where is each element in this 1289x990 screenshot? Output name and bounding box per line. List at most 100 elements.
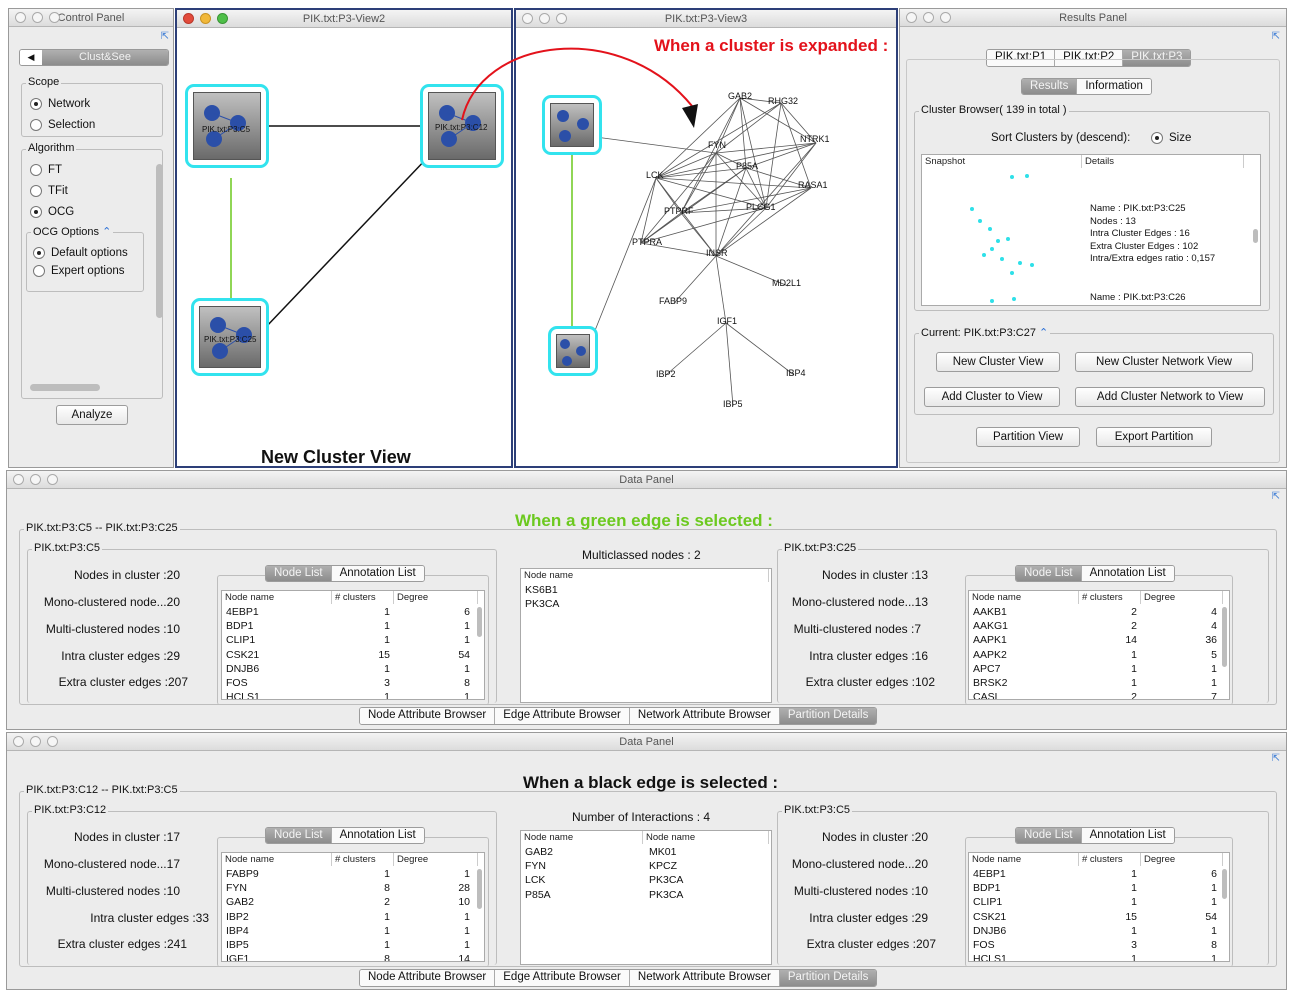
node-ibp2[interactable]: IBP2 xyxy=(656,369,676,379)
tab-back-icon[interactable]: ◀ xyxy=(20,50,42,65)
detach-icon[interactable]: ⇱ xyxy=(161,31,169,42)
algorithm-tfit-radio[interactable]: TFit xyxy=(30,185,68,197)
tab-information[interactable]: Information xyxy=(1076,79,1151,94)
table-row[interactable]: CSK21 15 54 xyxy=(222,648,484,662)
ocg-options-legend[interactable]: OCG Options ⌃ xyxy=(31,225,114,238)
tab-node-list[interactable]: Node List xyxy=(1016,566,1081,581)
algorithm-vscroll[interactable] xyxy=(156,164,163,318)
col-degree[interactable]: Degree xyxy=(1141,591,1223,604)
current-cluster-legend[interactable]: Current: PIK.txt:P3:C27 ⌃ xyxy=(919,326,1051,339)
new-cluster-network-view-button[interactable]: New Cluster Network View xyxy=(1075,352,1253,372)
node-igf1[interactable]: IGF1 xyxy=(717,316,737,326)
tab-results[interactable]: Results xyxy=(1022,79,1077,94)
table-row[interactable]: CASL 2 7 xyxy=(969,690,1229,699)
cluster-browser-table[interactable]: Snapshot Details Name : PIK.txt:P3:C25 N… xyxy=(921,154,1261,306)
tab-annotation-list[interactable]: Annotation List xyxy=(330,566,424,581)
collapse-icon[interactable]: ⌃ xyxy=(102,226,111,238)
right-node-table[interactable]: Node name # clusters Degree 4EBP1 1 6 BDP1 1… xyxy=(968,852,1230,962)
clust-see-tab[interactable]: ◀ Clust&See xyxy=(19,49,169,66)
cluster-node-c25-view3[interactable] xyxy=(548,326,598,376)
default-options-radio[interactable]: Default options xyxy=(33,247,128,259)
tab-network-attribute-browser[interactable]: Network Attribute Browser xyxy=(628,970,779,986)
algorithm-hscroll[interactable] xyxy=(30,384,100,391)
analyze-button[interactable]: Analyze xyxy=(56,405,128,425)
cluster-node-c5[interactable]: PIK.txt:P3:C5 xyxy=(185,84,269,168)
tab-partition-details[interactable]: Partition Details xyxy=(778,970,877,986)
scope-network-radio[interactable]: Network xyxy=(30,98,90,110)
export-partition-button[interactable]: Export Partition xyxy=(1096,427,1212,447)
table-row[interactable]: 4EBP1 1 6 xyxy=(222,605,484,619)
table-row[interactable]: FOS 3 8 xyxy=(222,676,484,690)
left-table-vscroll[interactable] xyxy=(477,607,482,637)
tab-annotation-list[interactable]: Annotation List xyxy=(1080,566,1174,581)
node-ibp4[interactable]: IBP4 xyxy=(786,368,806,378)
col-clusters[interactable]: # clusters xyxy=(1079,853,1141,866)
table-row[interactable]: AAPK2 1 5 xyxy=(969,648,1229,662)
tab-edge-attribute-browser[interactable]: Edge Attribute Browser xyxy=(494,970,629,986)
node-ptpra[interactable]: PTPRA xyxy=(632,237,662,247)
table-row[interactable]: PK3CA xyxy=(521,597,771,611)
algorithm-ft-radio[interactable]: FT xyxy=(30,164,62,176)
table-row[interactable]: APC7 1 1 xyxy=(969,662,1229,676)
scope-selection-radio[interactable]: Selection xyxy=(30,119,95,131)
node-insr[interactable]: INSR xyxy=(706,248,728,258)
tab-network-attribute-browser[interactable]: Network Attribute Browser xyxy=(628,708,779,724)
table-row[interactable]: GAB2 MK01 xyxy=(521,845,771,859)
node-rhg32[interactable]: RHG32 xyxy=(768,96,798,106)
right-table-vscroll[interactable] xyxy=(1222,869,1227,899)
table-row[interactable]: BDP1 1 1 xyxy=(222,619,484,633)
node-ptprf[interactable]: PTPRF xyxy=(664,206,694,216)
table-row[interactable]: FYN 8 28 xyxy=(222,881,484,895)
col-degree[interactable]: Degree xyxy=(394,853,478,866)
col-node-name[interactable]: Node name xyxy=(222,591,332,604)
table-row[interactable]: DNJB6 1 1 xyxy=(969,924,1229,938)
tab-node-attribute-browser[interactable]: Node Attribute Browser xyxy=(360,970,495,986)
table-row[interactable]: AAKB1 2 4 xyxy=(969,605,1229,619)
table-row[interactable]: FABP9 1 1 xyxy=(222,867,484,881)
left-table-vscroll[interactable] xyxy=(477,869,482,909)
right-table-vscroll[interactable] xyxy=(1222,607,1227,667)
col-clusters[interactable]: # clusters xyxy=(332,591,394,604)
detach-icon[interactable]: ⇱ xyxy=(1272,491,1280,502)
detach-icon[interactable]: ⇱ xyxy=(1272,753,1280,764)
tab-edge-attribute-browser[interactable]: Edge Attribute Browser xyxy=(494,708,629,724)
expert-options-radio[interactable]: Expert options xyxy=(33,265,125,277)
table-row[interactable]: IBP2 1 1 xyxy=(222,910,484,924)
node-plcg1[interactable]: PLCG1 xyxy=(746,202,776,212)
col-node-name-b[interactable]: Node name xyxy=(643,831,769,844)
table-row[interactable]: P85A PK3CA xyxy=(521,888,771,902)
node-p85a[interactable]: P85A xyxy=(736,161,758,171)
col-details[interactable]: Details xyxy=(1082,155,1244,168)
data-panel-1-titlebar[interactable]: Data Panel xyxy=(7,471,1286,489)
tab-node-attribute-browser[interactable]: Node Attribute Browser xyxy=(360,708,495,724)
table-row[interactable]: HCLS1 1 1 xyxy=(969,952,1229,961)
table-row[interactable]: AAPK1 14 36 xyxy=(969,633,1229,647)
tab-node-list[interactable]: Node List xyxy=(1016,828,1081,843)
node-gab2[interactable]: GAB2 xyxy=(728,91,752,101)
view2-titlebar[interactable]: PIK.txt:P3-View2 xyxy=(177,10,511,28)
col-clusters[interactable]: # clusters xyxy=(1079,591,1141,604)
new-cluster-view-button[interactable]: New Cluster View xyxy=(936,352,1060,372)
table-row[interactable]: BRSK2 1 1 xyxy=(969,676,1229,690)
node-rasa1[interactable]: RASA1 xyxy=(798,180,828,190)
table-row[interactable]: BDP1 1 1 xyxy=(969,881,1229,895)
table-row[interactable]: DNJB6 1 1 xyxy=(222,662,484,676)
left-node-table[interactable]: Node name # clusters Degree 4EBP1 1 6 BDP1 1… xyxy=(221,590,485,700)
node-md2l1[interactable]: MD2L1 xyxy=(772,278,801,288)
node-fyn[interactable]: FYN xyxy=(708,140,726,150)
tab-node-list[interactable]: Node List xyxy=(266,828,331,843)
middle-table[interactable]: Node name Node name GAB2 MK01 FYN KPCZ LCK PK… xyxy=(520,830,772,965)
col-clusters[interactable]: # clusters xyxy=(332,853,394,866)
node-ibp5[interactable]: IBP5 xyxy=(723,399,743,409)
algorithm-ocg-radio[interactable]: OCG xyxy=(30,206,74,218)
add-cluster-network-to-view-button[interactable]: Add Cluster Network to View xyxy=(1075,387,1265,407)
col-snapshot[interactable]: Snapshot xyxy=(922,155,1082,168)
table-row[interactable]: GAB2 2 10 xyxy=(222,895,484,909)
node-fabp9[interactable]: FABP9 xyxy=(659,296,687,306)
table-row[interactable]: AAKG1 2 4 xyxy=(969,619,1229,633)
table-row[interactable]: IGF1 8 14 xyxy=(222,952,484,961)
partition-view-button[interactable]: Partition View xyxy=(976,427,1080,447)
left-node-table[interactable]: Node name # clusters Degree FABP9 1 1 FYN 8 2… xyxy=(221,852,485,962)
table-row[interactable]: CSK21 15 54 xyxy=(969,910,1229,924)
table-row[interactable]: LCK PK3CA xyxy=(521,873,771,887)
